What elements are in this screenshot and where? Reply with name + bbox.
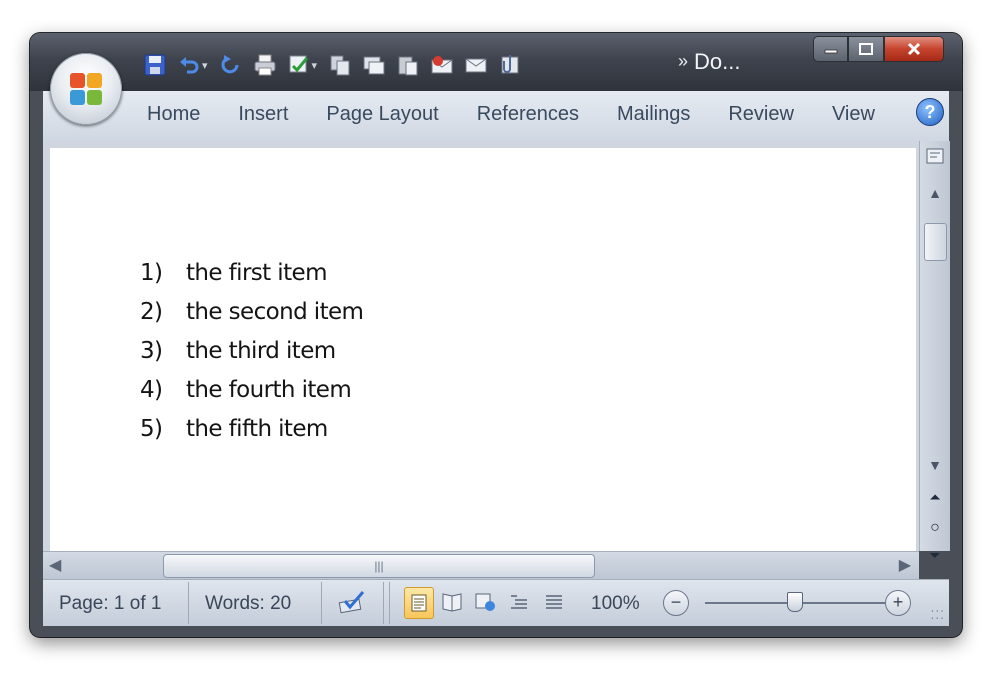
tab-home[interactable]: Home bbox=[147, 103, 200, 126]
proofing-icon[interactable] bbox=[335, 587, 369, 617]
list-number: 3) bbox=[140, 338, 163, 364]
page-count[interactable]: Page: 1 of 1 bbox=[59, 593, 161, 615]
office-logo-icon bbox=[70, 73, 102, 105]
zoom-slider-thumb[interactable] bbox=[787, 592, 803, 612]
select-browse-object-icon[interactable]: ○ bbox=[920, 519, 950, 537]
undo-icon[interactable] bbox=[174, 50, 204, 80]
list-item[interactable]: 1) the first item bbox=[140, 260, 363, 299]
status-bar: Page: 1 of 1 Words: 20 100% − + ⁚⁚⁚ bbox=[43, 579, 949, 626]
spelling-icon[interactable] bbox=[284, 50, 314, 80]
list-number: 1) bbox=[140, 260, 163, 286]
help-icon[interactable]: ? bbox=[916, 98, 944, 126]
status-divider bbox=[389, 582, 390, 624]
vertical-scroll-thumb[interactable] bbox=[924, 223, 947, 261]
undo-dropdown-icon[interactable]: ▾ bbox=[202, 59, 208, 72]
new-comment-icon[interactable] bbox=[359, 50, 389, 80]
office-button[interactable] bbox=[50, 53, 122, 125]
maximize-button[interactable] bbox=[848, 36, 884, 62]
full-screen-reading-icon[interactable] bbox=[438, 587, 466, 617]
list-item[interactable]: 2) the second item bbox=[140, 299, 364, 338]
word-window: ▾ ▾ » Do... Home Insert Page Layout Refe… bbox=[30, 33, 962, 637]
list-number: 4) bbox=[140, 377, 163, 403]
status-divider bbox=[188, 582, 189, 624]
window-title: Do... bbox=[694, 49, 741, 74]
spelling-dropdown-icon[interactable]: ▾ bbox=[312, 59, 318, 72]
redo-icon[interactable] bbox=[216, 50, 246, 80]
numbered-list: 1) the first item 2) the second item 3) the… bbox=[140, 260, 364, 455]
quick-access-toolbar: ▾ ▾ bbox=[140, 45, 525, 85]
horizontal-scrollbar[interactable]: ◀ ||| ▶ bbox=[43, 551, 919, 580]
minimize-button[interactable] bbox=[813, 36, 848, 62]
next-page-icon[interactable]: ⏷ bbox=[920, 547, 950, 564]
scroll-left-icon[interactable]: ◀ bbox=[49, 555, 61, 575]
zoom-out-icon[interactable]: − bbox=[663, 590, 689, 616]
previous-page-icon[interactable]: ⏶ bbox=[920, 489, 950, 506]
document-page[interactable]: 1) the first item 2) the second item 3) the… bbox=[50, 148, 916, 558]
list-number: 5) bbox=[140, 416, 163, 442]
list-text: the fourth item bbox=[186, 377, 352, 403]
attach-icon[interactable] bbox=[495, 50, 525, 80]
draft-view-icon[interactable] bbox=[540, 587, 568, 617]
email-icon[interactable] bbox=[427, 50, 457, 80]
envelope-icon[interactable] bbox=[461, 50, 491, 80]
zoom-level[interactable]: 100% bbox=[591, 593, 640, 615]
toolbar-overflow-icon[interactable]: » bbox=[678, 51, 688, 72]
resize-grip-icon[interactable]: ⁚⁚⁚ bbox=[931, 608, 945, 622]
scroll-up-icon[interactable]: ▲ bbox=[920, 185, 950, 201]
copy-icon[interactable] bbox=[325, 50, 355, 80]
web-layout-icon[interactable] bbox=[471, 587, 499, 617]
quick-print-icon[interactable] bbox=[250, 50, 280, 80]
window-controls bbox=[813, 36, 944, 62]
horizontal-scroll-thumb[interactable]: ||| bbox=[163, 554, 595, 578]
list-item[interactable]: 3) the third item bbox=[140, 338, 363, 377]
print-layout-view-icon[interactable] bbox=[404, 587, 434, 619]
status-divider bbox=[383, 582, 384, 624]
word-count[interactable]: Words: 20 bbox=[205, 593, 291, 615]
list-text: the second item bbox=[186, 299, 364, 325]
vertical-scrollbar[interactable]: ▲ ▼ ⏶ ○ ⏷ bbox=[919, 141, 950, 563]
scroll-right-icon[interactable]: ▶ bbox=[899, 555, 911, 575]
scroll-down-icon[interactable]: ▼ bbox=[920, 457, 950, 473]
outline-view-icon[interactable] bbox=[505, 587, 533, 617]
document-area: 1) the first item 2) the second item 3) the… bbox=[43, 141, 919, 558]
tab-mailings[interactable]: Mailings bbox=[617, 103, 690, 126]
list-item[interactable]: 5) the fifth item bbox=[140, 416, 363, 455]
status-divider bbox=[321, 582, 322, 624]
ribbon-tabs: Home Insert Page Layout References Maili… bbox=[43, 91, 949, 142]
tab-page-layout[interactable]: Page Layout bbox=[326, 103, 438, 126]
paste-icon[interactable] bbox=[393, 50, 423, 80]
list-text: the fifth item bbox=[186, 416, 328, 442]
view-ruler-icon[interactable] bbox=[920, 147, 950, 170]
title-bar: ▾ ▾ » Do... bbox=[30, 33, 962, 91]
zoom-in-icon[interactable]: + bbox=[885, 590, 911, 616]
list-text: the first item bbox=[186, 260, 327, 286]
list-item[interactable]: 4) the fourth item bbox=[140, 377, 363, 416]
list-number: 2) bbox=[140, 299, 163, 325]
tab-review[interactable]: Review bbox=[728, 103, 794, 126]
tab-references[interactable]: References bbox=[477, 103, 579, 126]
close-button[interactable] bbox=[884, 36, 944, 62]
tab-view[interactable]: View bbox=[832, 103, 875, 126]
list-text: the third item bbox=[186, 338, 336, 364]
save-icon[interactable] bbox=[140, 50, 170, 80]
tab-insert[interactable]: Insert bbox=[238, 103, 288, 126]
